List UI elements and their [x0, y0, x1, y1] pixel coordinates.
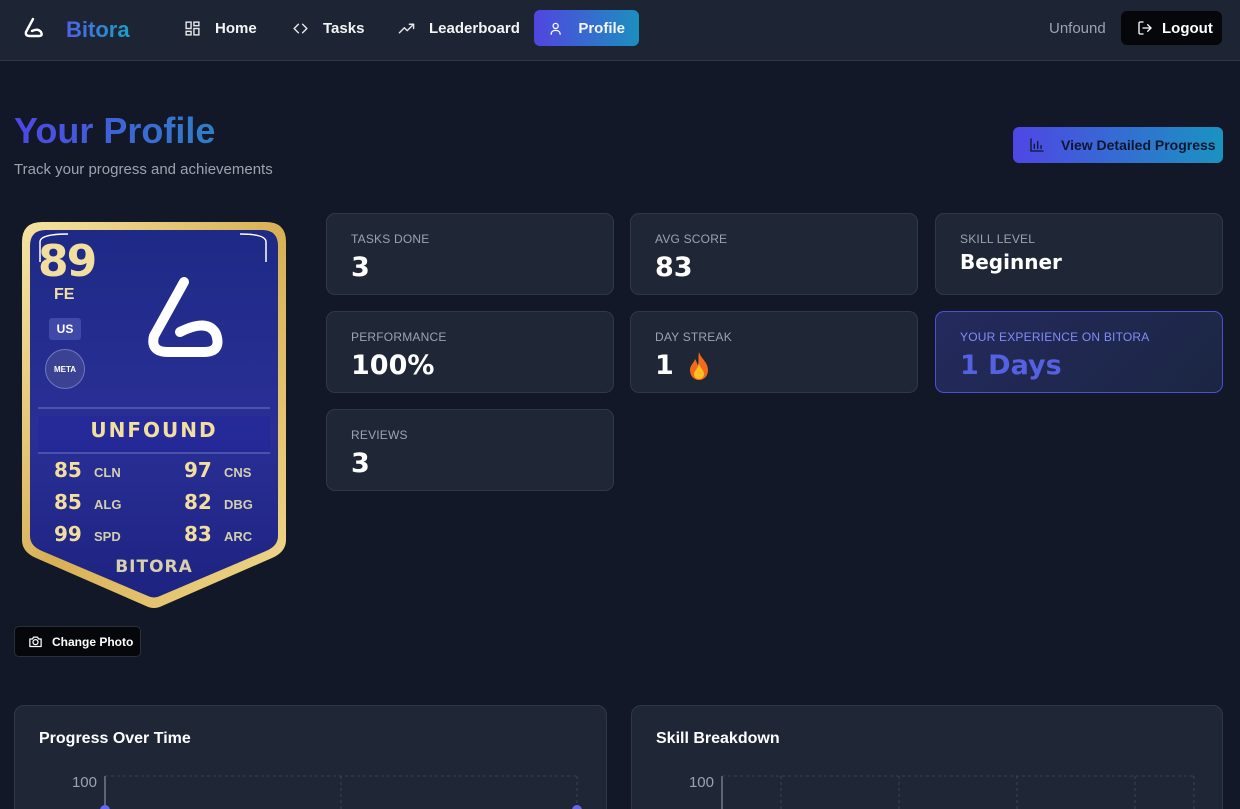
- card-stat-arc: 83 ARC: [184, 522, 252, 546]
- grid-icon: [185, 20, 200, 36]
- page-subtitle: Track your progress and achievements: [14, 161, 273, 178]
- stat-label: REVIEWS: [351, 428, 408, 442]
- brand[interactable]: Bitora: [22, 16, 130, 42]
- view-detailed-progress-label: View Detailed Progress: [1061, 137, 1216, 153]
- stat-label: AVG SCORE: [655, 232, 728, 246]
- card-stat-spd: 99 SPD: [54, 522, 121, 546]
- stat-value: Beginner: [960, 250, 1062, 274]
- nav-home[interactable]: Home: [170, 10, 271, 46]
- bar-chart-icon: [1030, 138, 1044, 152]
- card-stat-value: 99: [54, 522, 82, 546]
- card-stat-value: 97: [184, 458, 212, 482]
- nav-profile-label: Profile: [578, 19, 625, 37]
- player-card: 89 FE US META UNFOUND 85 CLN 97 CNS 85 A…: [22, 222, 286, 610]
- stat-label: YOUR EXPERIENCE ON BITORA: [960, 330, 1150, 344]
- stat-skill-level: SKILL LEVEL Beginner: [935, 213, 1223, 295]
- stat-value-row: 1: [655, 350, 917, 381]
- stat-label: PERFORMANCE: [351, 330, 447, 344]
- stat-value: 1 Days: [960, 350, 1062, 381]
- stat-label: TASKS DONE: [351, 232, 430, 246]
- card-stat-cns: 97 CNS: [184, 458, 251, 482]
- page-title: Your Profile: [14, 110, 216, 151]
- skill-breakdown-panel: Skill Breakdown 100: [631, 705, 1223, 809]
- card-stat-label: ARC: [224, 529, 253, 544]
- card-country-badge: US: [49, 318, 81, 340]
- nav-tasks-label: Tasks: [323, 19, 365, 37]
- skill-chart-area: [721, 775, 1195, 809]
- nav-leaderboard[interactable]: Leaderboard: [384, 10, 534, 46]
- card-club-badge: META: [45, 349, 85, 389]
- change-photo-button[interactable]: Change Photo: [14, 626, 141, 657]
- stat-experience: YOUR EXPERIENCE ON BITORA 1 Days: [935, 311, 1223, 393]
- player-photo-logo-icon: [148, 277, 223, 357]
- card-stat-value: 85: [54, 490, 82, 514]
- card-rating: 89: [38, 236, 97, 287]
- stat-value: 83: [655, 252, 693, 283]
- nav-username: Unfound: [1049, 20, 1106, 37]
- stat-label: SKILL LEVEL: [960, 232, 1036, 246]
- card-stat-label: CLN: [94, 465, 121, 480]
- logout-icon: [1138, 21, 1152, 35]
- bitora-logo-icon: [24, 17, 43, 38]
- card-stat-value: 83: [184, 522, 212, 546]
- stat-label: DAY STREAK: [655, 330, 732, 344]
- logout-button[interactable]: Logout: [1121, 11, 1222, 45]
- stat-performance: PERFORMANCE 100%: [326, 311, 614, 393]
- flame-icon: [689, 351, 708, 380]
- card-stat-dbg: 82 DBG: [184, 490, 253, 514]
- stat-value: 1: [655, 350, 674, 381]
- change-photo-label: Change Photo: [52, 634, 134, 649]
- top-navbar: Bitora Home Tasks Leaderboard Profile Un…: [0, 0, 1240, 61]
- nav-home-label: Home: [215, 19, 257, 37]
- trend-up-icon: [398, 23, 415, 33]
- stat-value: 100%: [351, 350, 435, 381]
- card-footer-brand: BITORA: [115, 557, 193, 577]
- stat-day-streak: DAY STREAK 1: [630, 311, 918, 393]
- nav-leaderboard-label: Leaderboard: [429, 19, 520, 37]
- card-position: FE: [54, 286, 75, 303]
- camera-icon: [29, 636, 42, 648]
- card-stat-cln: 85 CLN: [54, 458, 121, 482]
- card-stat-label: CNS: [224, 465, 252, 480]
- stat-avg-score: AVG SCORE 83: [630, 213, 918, 295]
- view-detailed-progress-button[interactable]: View Detailed Progress: [1013, 127, 1223, 163]
- nav-tasks[interactable]: Tasks: [278, 10, 378, 46]
- stat-value: 3: [351, 448, 370, 479]
- stat-value: 3: [351, 252, 370, 283]
- user-icon: [550, 22, 561, 35]
- brand-name: Bitora: [66, 17, 130, 42]
- progress-chart-area: [100, 775, 582, 809]
- nav-profile[interactable]: Profile: [534, 10, 639, 46]
- card-stat-label: SPD: [94, 529, 121, 544]
- card-stat-value: 85: [54, 458, 82, 482]
- progress-over-time-panel: Progress Over Time 100: [14, 705, 607, 809]
- stat-tasks-done: TASKS DONE 3: [326, 213, 614, 295]
- logout-label: Logout: [1162, 19, 1213, 37]
- code-icon: [293, 23, 308, 33]
- card-stat-value: 82: [184, 490, 212, 514]
- stat-reviews: REVIEWS 3: [326, 409, 614, 491]
- card-player-name: UNFOUND: [90, 418, 218, 442]
- card-stat-label: ALG: [94, 497, 122, 512]
- card-stat-label: DBG: [224, 497, 253, 512]
- card-stat-alg: 85 ALG: [54, 490, 121, 514]
